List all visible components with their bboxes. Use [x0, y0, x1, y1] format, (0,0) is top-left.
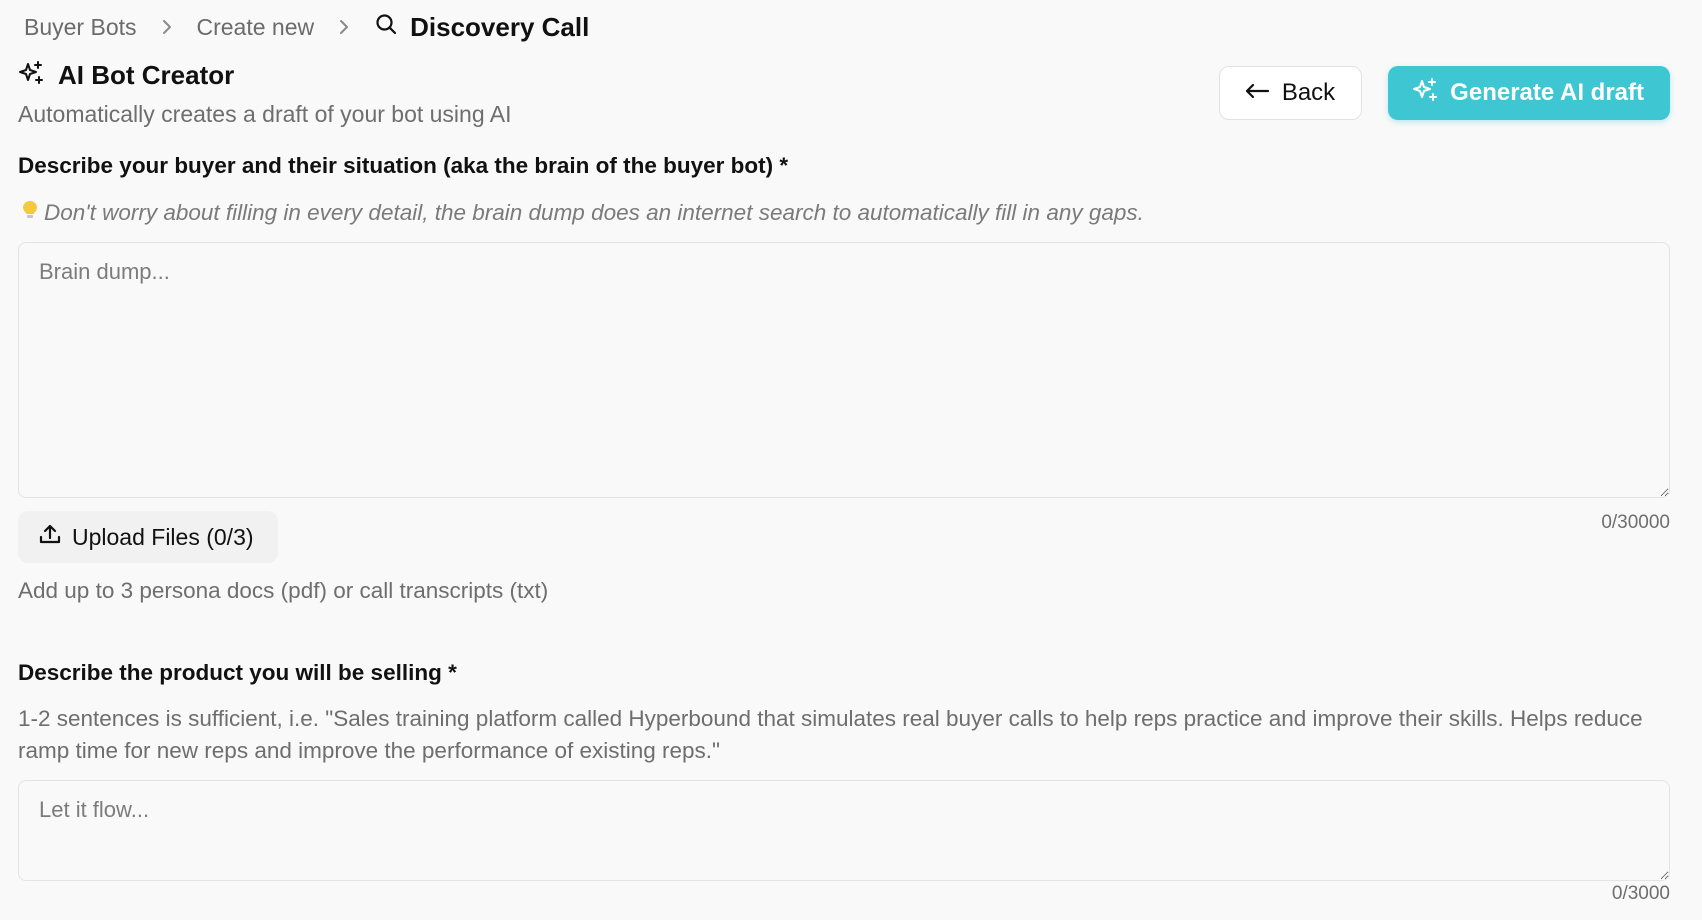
sparkles-icon	[18, 60, 44, 91]
breadcrumb: Buyer Bots Create new Discovery Call	[24, 10, 589, 44]
upload-files-button[interactable]: Upload Files (0/3)	[18, 511, 278, 563]
generate-ai-draft-button[interactable]: Generate AI draft	[1388, 66, 1670, 120]
sparkles-icon	[1412, 77, 1438, 110]
page: Buyer Bots Create new Discovery Call AI …	[0, 0, 1702, 920]
lightbulb-icon	[20, 198, 40, 228]
back-button[interactable]: Back	[1218, 66, 1363, 120]
page-title: AI Bot Creator	[58, 60, 235, 90]
upload-files-label: Upload Files (0/3)	[72, 523, 254, 550]
header-actions: Back Generate AI draft	[1218, 66, 1670, 120]
buyer-hint: Don't worry about filling in every detai…	[20, 198, 1144, 228]
chevron-right-icon	[161, 18, 173, 36]
buyer-description-label: Describe your buyer and their situation …	[18, 153, 789, 178]
breadcrumb-buyer-bots[interactable]: Buyer Bots	[24, 14, 137, 41]
buyer-char-counter: 0/30000	[1601, 512, 1670, 533]
search-icon	[374, 12, 398, 43]
page-header: AI Bot Creator Automatically creates a d…	[18, 60, 1670, 130]
breadcrumb-current-label: Discovery Call	[410, 11, 590, 42]
arrow-left-icon	[1244, 79, 1270, 107]
generate-button-label: Generate AI draft	[1450, 79, 1644, 106]
upload-note: Add up to 3 persona docs (pdf) or call t…	[18, 578, 549, 603]
buyer-brain-dump-input[interactable]	[18, 242, 1670, 498]
back-button-label: Back	[1281, 79, 1336, 106]
product-description-label: Describe the product you will be selling…	[18, 660, 457, 685]
breadcrumb-current: Discovery Call	[374, 12, 589, 43]
upload-icon	[38, 522, 62, 552]
chevron-right-icon	[338, 18, 350, 36]
product-description-input[interactable]	[18, 780, 1670, 881]
buyer-hint-text: Don't worry about filling in every detai…	[44, 200, 1144, 225]
breadcrumb-create-new[interactable]: Create new	[197, 14, 315, 41]
product-helper-text: 1-2 sentences is sufficient, i.e. "Sales…	[18, 706, 1643, 763]
product-char-counter: 0/3000	[1611, 883, 1670, 904]
